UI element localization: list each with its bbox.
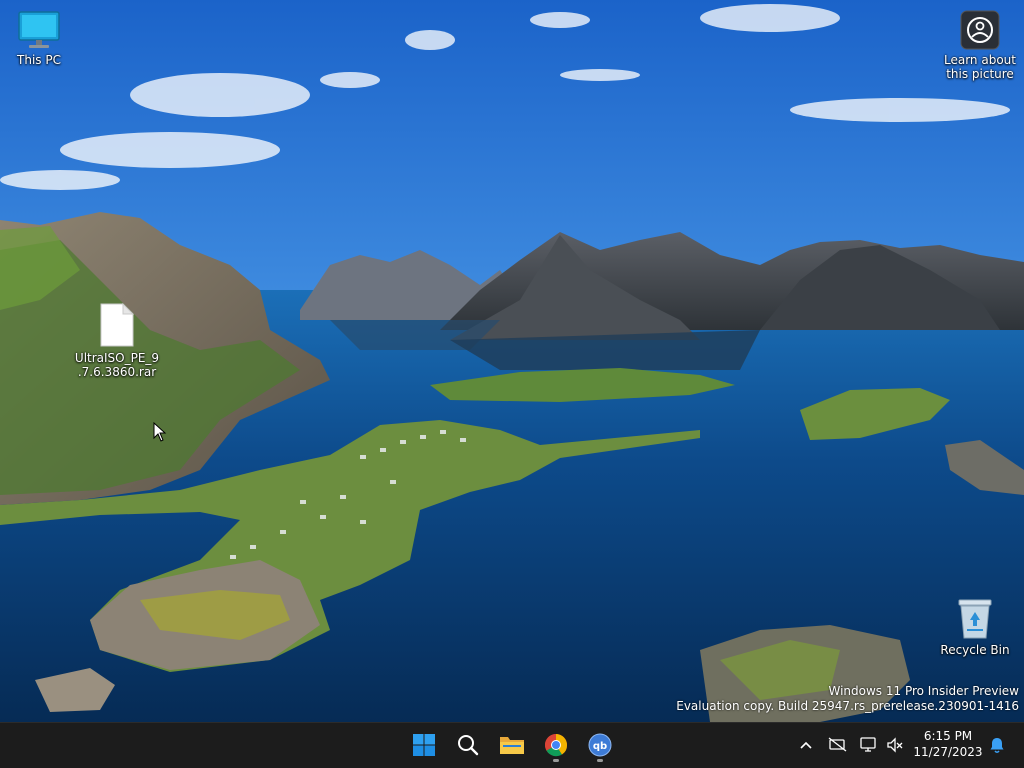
clock-button[interactable]: 6:15 PM 11/27/2023 — [910, 728, 986, 760]
recycle-bin-icon — [958, 599, 992, 639]
chrome-icon — [545, 734, 568, 757]
tray-volume-button[interactable] — [884, 729, 906, 761]
watermark-line-build: Evaluation copy. Build 25947.rs_prerelea… — [676, 699, 1019, 713]
running-indicator — [553, 759, 559, 762]
desktop-icon-label: This PC — [17, 53, 61, 67]
svg-text:qb: qb — [593, 741, 607, 752]
taskbar: qb 6:15 PM 11/27/2023 — [0, 722, 1024, 768]
monitor-network-icon — [860, 737, 876, 752]
desktop-icon-recycle-bin[interactable]: Recycle Bin — [932, 596, 1018, 657]
clock-date: 11/27/2023 — [913, 745, 983, 759]
running-indicator — [597, 759, 603, 762]
chevron-up-icon — [800, 741, 812, 749]
chrome-button[interactable] — [537, 727, 575, 763]
tray-network-button[interactable] — [858, 729, 880, 761]
network-disconnected-icon — [828, 737, 847, 752]
windows-watermark: Windows 11 Pro Insider Preview Evaluatio… — [676, 684, 1019, 714]
desktop-icon-this-pc[interactable]: This PC — [0, 10, 82, 67]
desktop-icon-label: Recycle Bin — [940, 643, 1010, 657]
tray-network-status[interactable] — [826, 729, 850, 761]
folder-icon — [500, 737, 524, 754]
search-icon — [458, 735, 479, 756]
search-button[interactable] — [449, 727, 487, 763]
monitor-icon — [18, 11, 60, 48]
qbittorrent-icon: qb — [588, 733, 612, 757]
desktop-icon-label: UltraISO_PE_9.7.6.3860.rar — [74, 351, 160, 379]
desktop-icon-label: Learn about this picture — [944, 53, 1016, 81]
desktop-icon-learn-about-picture[interactable]: Learn about this picture — [932, 10, 1024, 81]
clock-time: 6:15 PM — [923, 729, 973, 743]
file-explorer-button[interactable] — [493, 727, 531, 763]
desktop[interactable]: This PC UltraISO_PE_9.7.6.3860.rar Recyc… — [0, 0, 1024, 722]
mouse-cursor-icon — [153, 422, 167, 442]
camera-spotlight-icon — [960, 10, 1000, 50]
start-button[interactable] — [405, 727, 443, 763]
file-icon — [100, 302, 135, 347]
speaker-muted-icon — [887, 737, 903, 753]
show-hidden-icons-button[interactable] — [796, 729, 816, 761]
watermark-line-edition: Windows 11 Pro Insider Preview — [828, 684, 1019, 698]
qbittorrent-button[interactable]: qb — [581, 727, 619, 763]
windows-start-icon — [413, 734, 435, 756]
bell-icon — [990, 738, 1004, 753]
notifications-button[interactable] — [986, 729, 1008, 761]
desktop-icon-ultraiso-rar[interactable]: UltraISO_PE_9.7.6.3860.rar — [74, 302, 160, 379]
